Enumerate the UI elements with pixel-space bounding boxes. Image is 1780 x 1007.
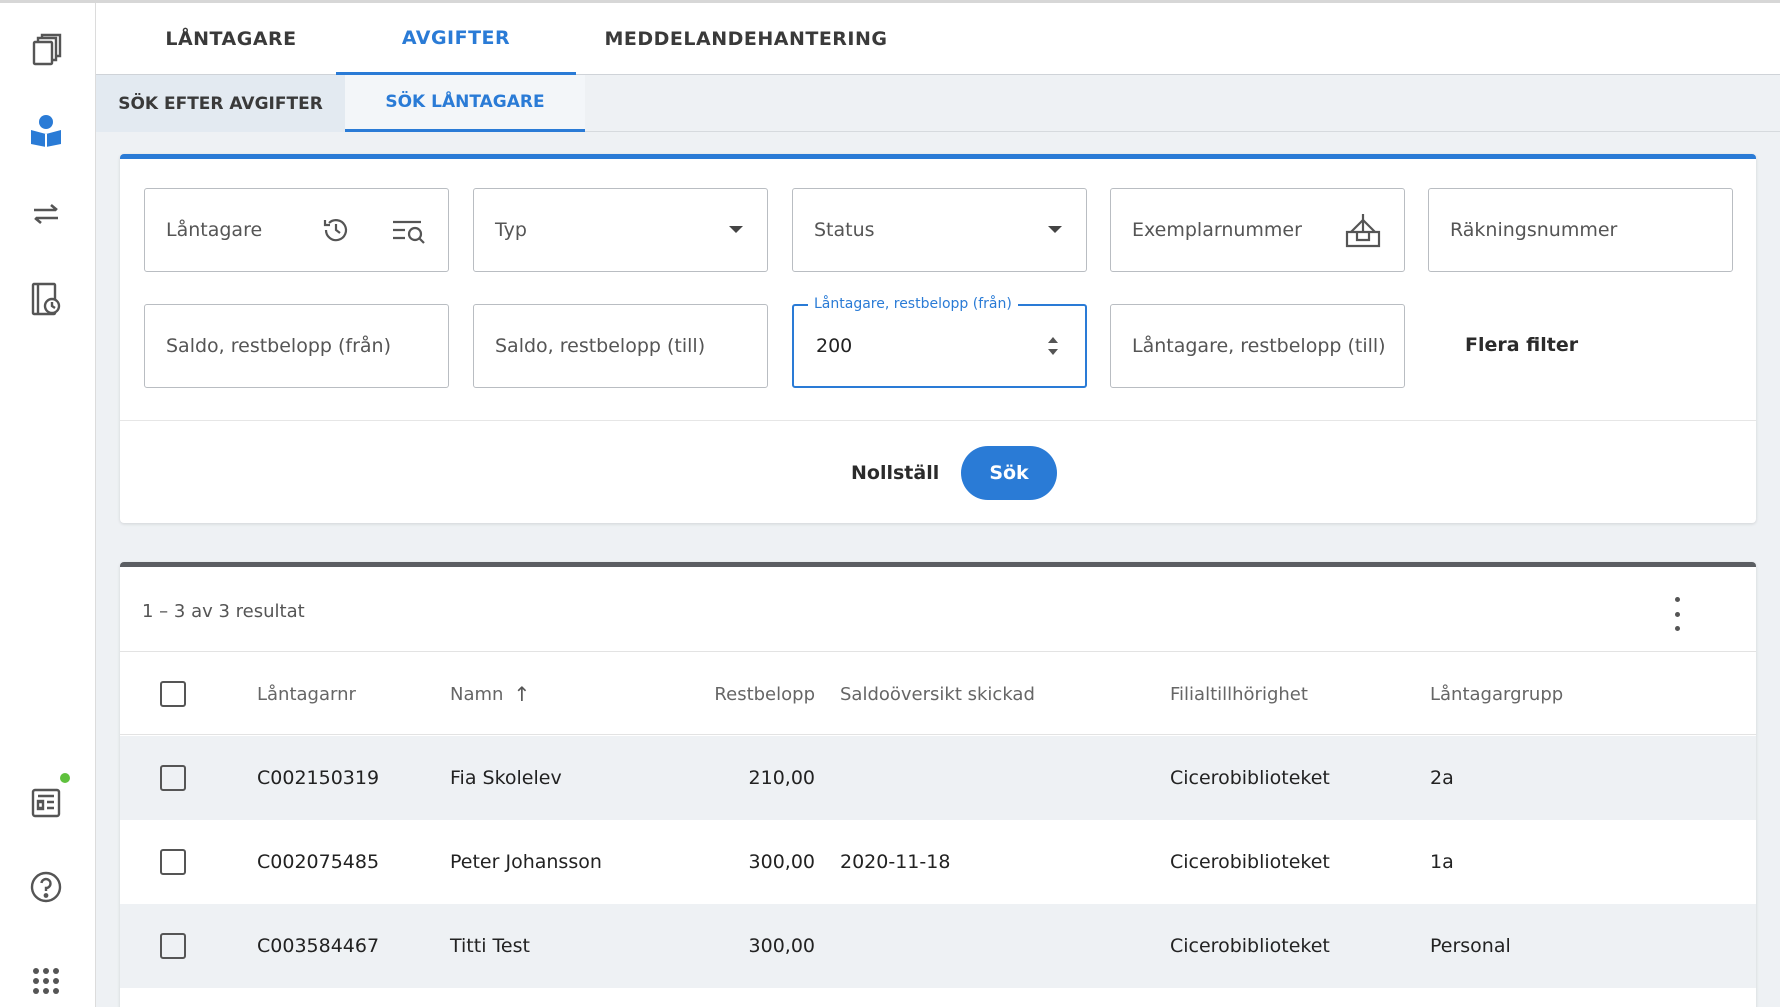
column-amount[interactable]: Restbelopp [640,652,815,736]
status-select[interactable]: Status [792,188,1087,272]
divider [120,420,1756,421]
branch: Cicerobiblioteket [1170,767,1330,789]
borrower-field[interactable]: Låntagare [144,188,449,272]
borrower-amount-from-label: Låntagare, restbelopp (från) [808,296,1018,312]
select-all-checkbox[interactable] [160,681,186,707]
amount: 210,00 [748,767,815,789]
subtab-search-fees[interactable]: SÖK EFTER AVGIFTER [96,75,345,132]
subtab-search-borrowers[interactable]: SÖK LÅNTAGARE [345,75,585,132]
search-panel: Låntagare Typ Status Exemplarnummer Räkn… [120,154,1756,523]
type-select[interactable]: Typ [473,188,768,272]
table-row[interactable]: C002075485 Peter Johansson 300,00 2020-1… [120,820,1756,904]
results-count: 1 – 3 av 3 resultat [142,601,305,622]
tab-message-handling[interactable]: MEDDELANDEHANTERING [596,3,896,75]
reset-button[interactable]: Nollställ [851,462,939,484]
column-borrower-group[interactable]: Låntagargrupp [1430,652,1563,736]
row-checkbox[interactable] [160,849,186,875]
main-content: LÅNTAGARE AVGIFTER MEDDELANDEHANTERING S… [96,3,1780,1007]
help-icon[interactable] [26,867,66,907]
borrower-name: Fia Skolelev [450,767,562,789]
balance-to-field[interactable]: Saldo, restbelopp (till) [473,304,768,388]
borrower-group: 1a [1430,851,1454,873]
borrower-amount-from-field[interactable]: Låntagare, restbelopp (från) 200 [792,296,1087,388]
balance-sent-date: 2020-11-18 [840,851,951,873]
borrower-group: 2a [1430,767,1454,789]
type-placeholder: Typ [495,219,527,241]
swap-arrows-icon[interactable] [26,194,66,234]
primary-tabs: LÅNTAGARE AVGIFTER MEDDELANDEHANTERING [96,3,1780,75]
barcode-scanner-icon[interactable] [1343,212,1383,248]
column-name[interactable]: Namn ↑ [450,652,530,736]
secondary-tabs: SÖK EFTER AVGIFTER SÖK LÅNTAGARE [96,75,1780,132]
tab-fees[interactable]: AVGIFTER [336,3,576,75]
list-search-icon[interactable] [391,215,429,245]
amount: 300,00 [748,935,815,957]
column-borrower-number[interactable]: Låntagarnr [257,652,356,736]
table-header: Låntagarnr Namn ↑ Restbelopp Saldoöversi… [120,651,1756,735]
branch: Cicerobiblioteket [1170,935,1330,957]
apps-grid-icon[interactable] [26,961,66,1001]
history-book-icon[interactable] [26,279,66,319]
borrower-placeholder: Låntagare [166,219,263,241]
row-checkbox[interactable] [160,933,186,959]
invoice-number-field[interactable]: Räkningsnummer [1428,188,1733,272]
borrower-group: Personal [1430,935,1511,957]
sort-ascending-icon: ↑ [513,682,531,706]
invoice-number-placeholder: Räkningsnummer [1450,219,1618,241]
amount: 300,00 [748,851,815,873]
borrower-name: Peter Johansson [450,851,602,873]
tab-borrowers[interactable]: LÅNTAGARE [136,3,326,75]
column-name-label: Namn [450,683,504,705]
news-icon[interactable] [26,782,66,822]
column-balance-sent[interactable]: Saldoöversikt skickad [840,652,1035,736]
balance-to-placeholder: Saldo, restbelopp (till) [495,335,706,357]
more-options-icon[interactable] [1665,597,1689,631]
balance-from-field[interactable]: Saldo, restbelopp (från) [144,304,449,388]
results-panel: 1 – 3 av 3 resultat Låntagarnr Namn ↑ Re… [120,562,1756,1007]
column-branch[interactable]: Filialtillhörighet [1170,652,1308,736]
borrower-name: Titti Test [450,935,530,957]
table-row[interactable]: C003584467 Titti Test 300,00 Cicerobibli… [120,904,1756,988]
row-checkbox[interactable] [160,765,186,791]
borrower-amount-to-placeholder: Låntagare, restbelopp (till) [1132,335,1386,357]
borrower-number: C002075485 [257,851,380,873]
borrower-amount-to-field[interactable]: Låntagare, restbelopp (till) [1110,304,1405,388]
chevron-down-icon [728,225,744,235]
branch: Cicerobiblioteket [1170,851,1330,873]
books-icon[interactable] [26,30,66,70]
table-row[interactable]: C002150319 Fia Skolelev 210,00 Cicerobib… [120,736,1756,820]
balance-from-placeholder: Saldo, restbelopp (från) [166,335,392,357]
number-spinner-icon[interactable] [1046,333,1060,359]
left-rail [0,3,96,1007]
status-placeholder: Status [814,219,875,241]
copy-number-field[interactable]: Exemplarnummer [1110,188,1405,272]
borrower-number: C003584467 [257,935,380,957]
borrower-amount-from-value: 200 [816,335,853,357]
borrower-number: C002150319 [257,767,380,789]
copy-number-placeholder: Exemplarnummer [1132,219,1302,241]
more-filters-button[interactable]: Flera filter [1465,334,1578,356]
chevron-down-icon [1047,225,1063,235]
reader-icon[interactable] [26,110,66,150]
history-icon[interactable] [321,215,351,245]
search-button[interactable]: Sök [961,446,1057,500]
